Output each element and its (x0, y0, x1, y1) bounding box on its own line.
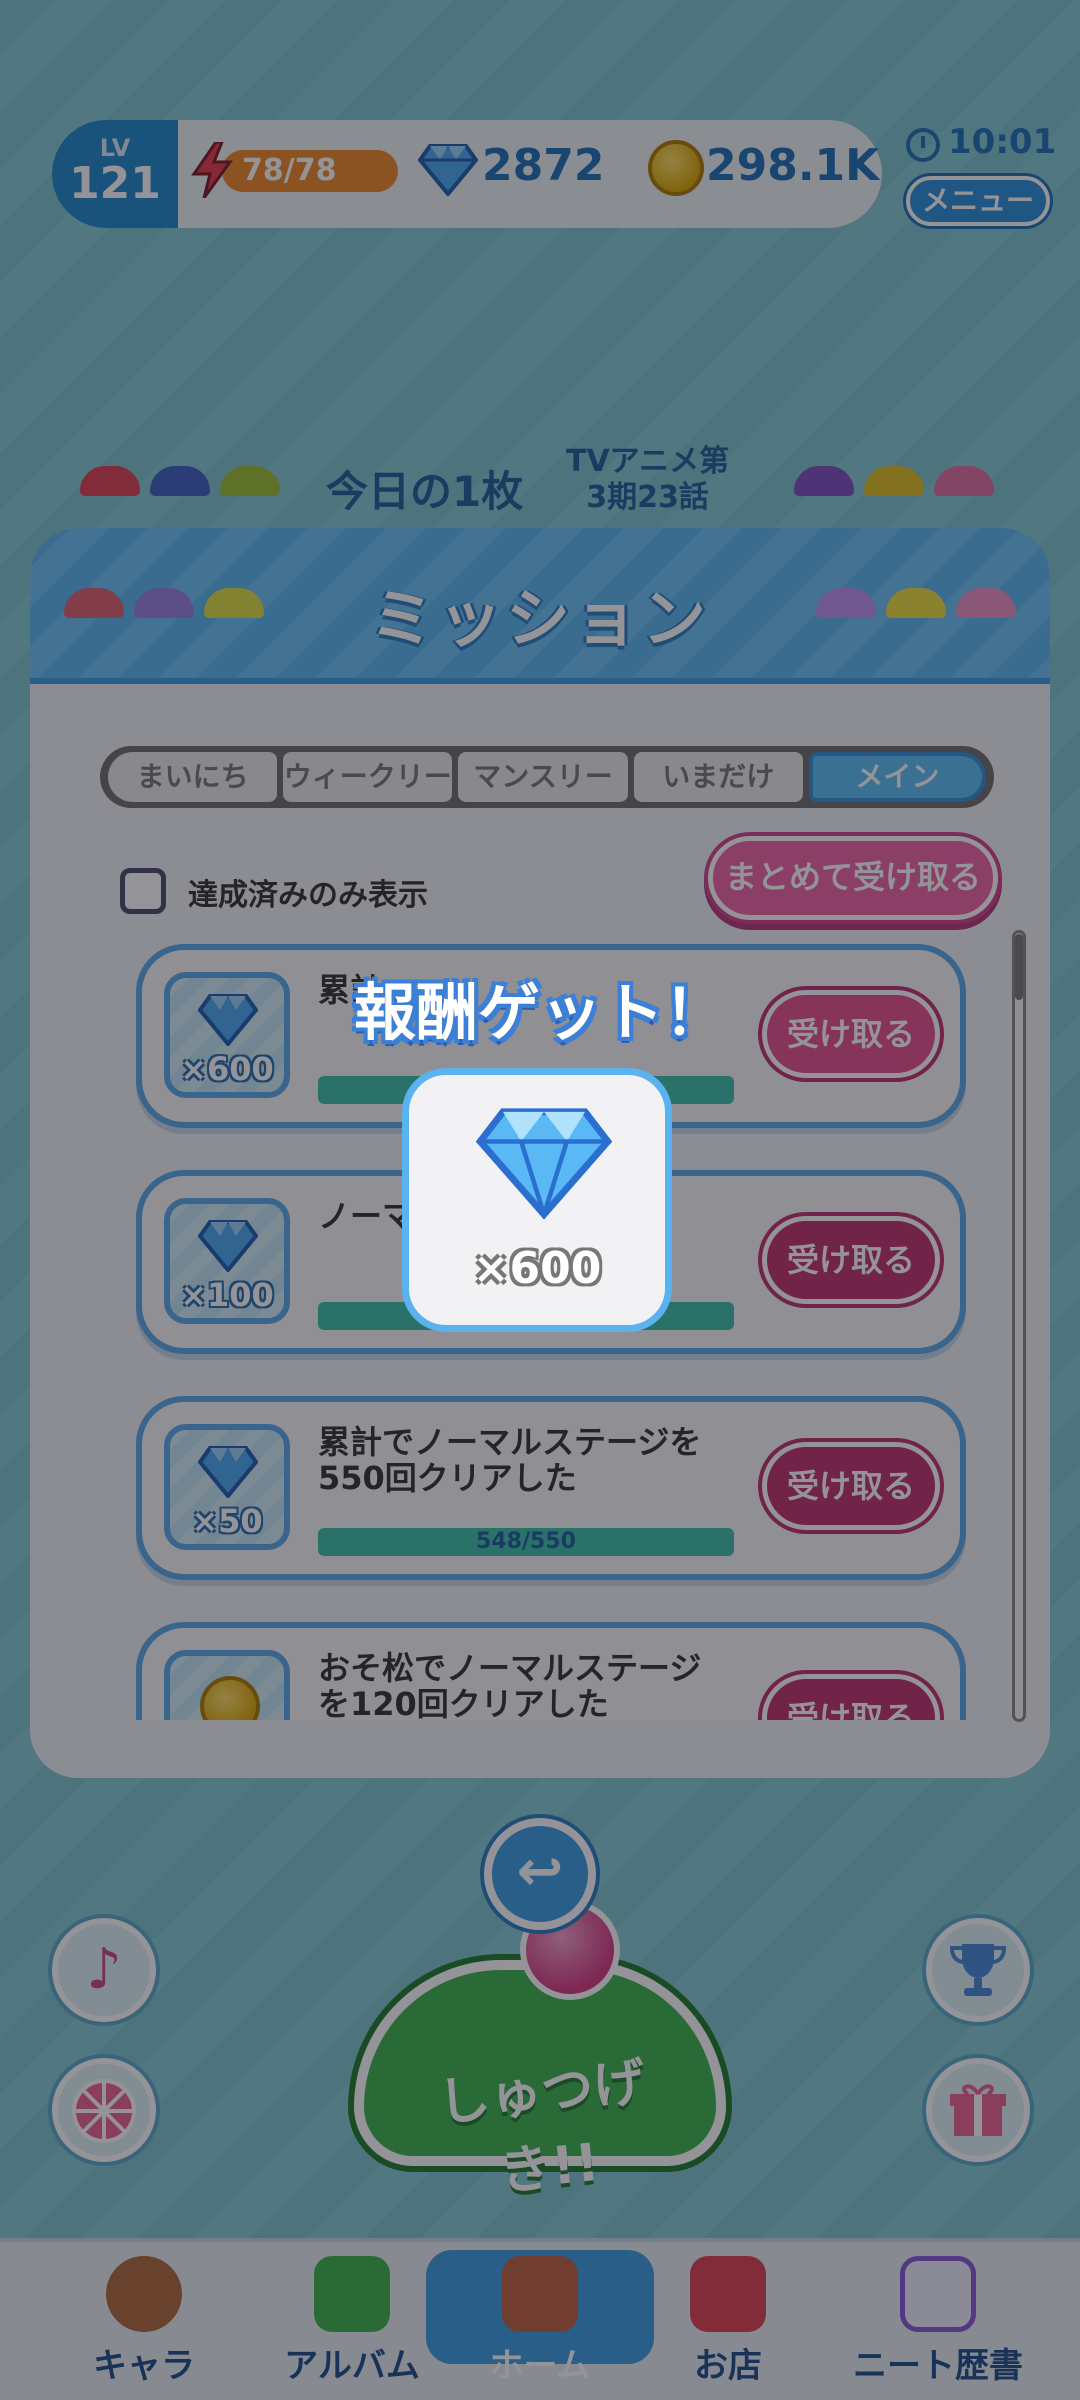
reward-popup-quantity: ×600 (472, 1243, 602, 1294)
reward-popup-card[interactable]: ×600 (402, 1068, 672, 1332)
gem-icon (475, 1108, 613, 1219)
reward-popup-title: 報酬ゲット！ (353, 976, 726, 1049)
